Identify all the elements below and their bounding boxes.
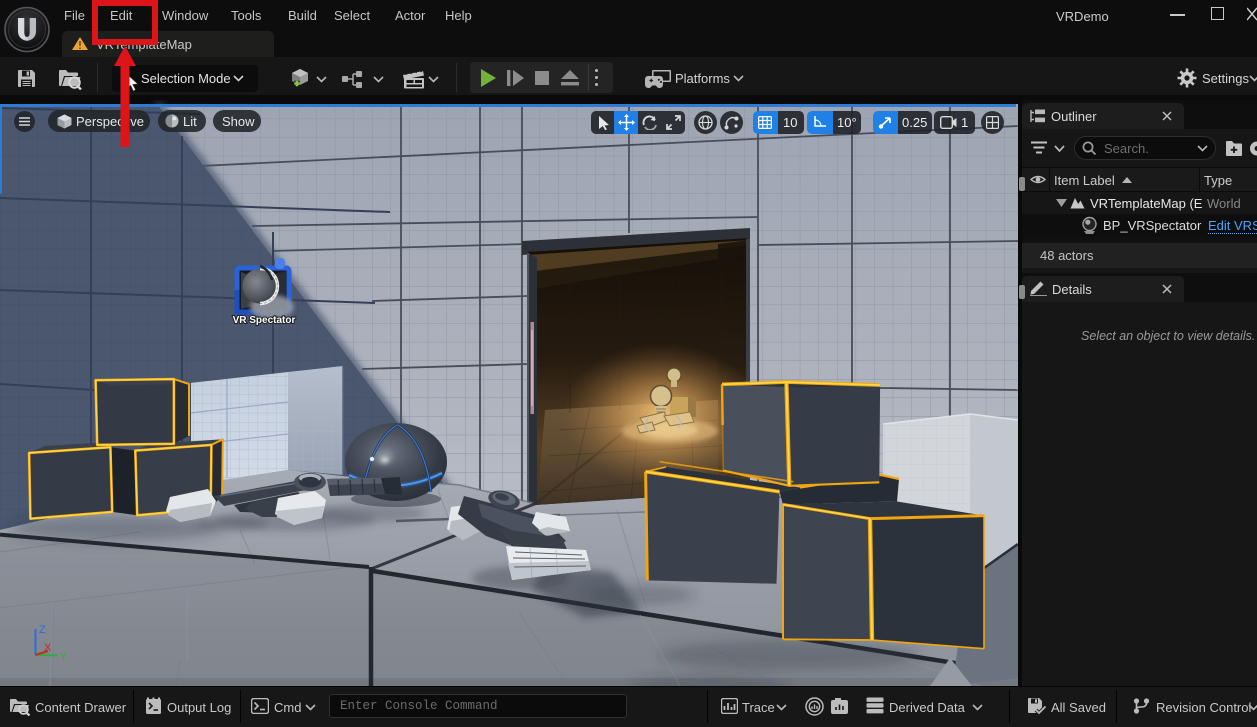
svg-text:Y: Y <box>60 651 68 663</box>
svg-text:VR Spectator: VR Spectator <box>233 315 296 326</box>
svg-text:Z: Z <box>39 624 46 636</box>
svg-text:X: X <box>44 642 52 654</box>
